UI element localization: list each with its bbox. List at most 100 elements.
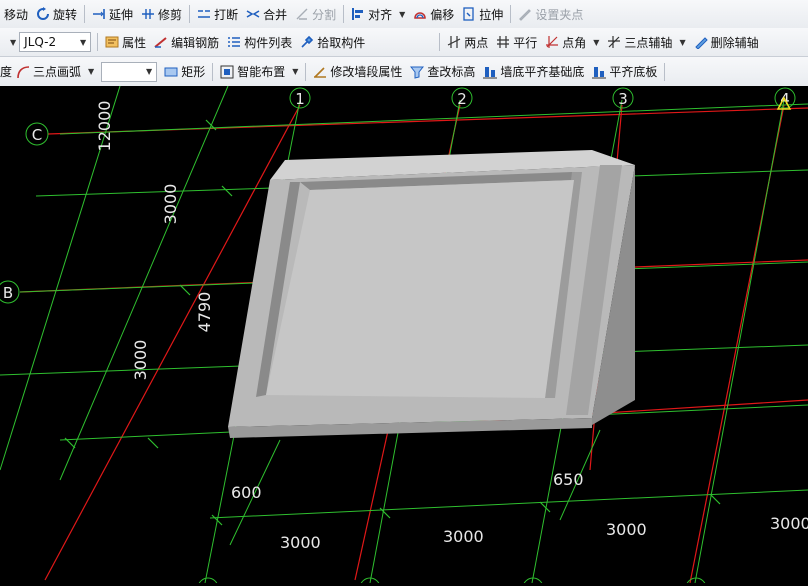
axis-marker-1[interactable]: 1 bbox=[289, 87, 311, 109]
chevron-down-icon: ▼ bbox=[679, 37, 686, 47]
chevron-down-icon: ▼ bbox=[399, 9, 406, 19]
check-elevation-button[interactable]: 查改标高 bbox=[406, 61, 479, 83]
modify-wall-segment-button[interactable]: 修改墙段属性 bbox=[309, 61, 406, 83]
two-point-button[interactable]: 两点 bbox=[443, 31, 492, 53]
svg-text:C: C bbox=[32, 126, 42, 144]
foundation-slab-model[interactable] bbox=[228, 150, 635, 438]
slab-bottom-icon bbox=[592, 66, 607, 78]
chevron-down-icon: ▼ bbox=[80, 37, 87, 47]
separator bbox=[84, 5, 86, 23]
chevron-down-icon: ▼ bbox=[292, 67, 299, 76]
separator bbox=[212, 62, 214, 81]
split-button[interactable]: 分割 bbox=[291, 3, 340, 25]
move-button[interactable]: 移动 bbox=[0, 3, 32, 25]
align-wall-bottom-button[interactable]: 墙底平齐基础底 bbox=[479, 61, 588, 83]
list-icon bbox=[228, 37, 241, 47]
dim-4790: 4790 bbox=[195, 292, 214, 333]
arc-icon bbox=[17, 65, 30, 78]
dim-650: 650 bbox=[553, 470, 584, 489]
break-icon bbox=[198, 10, 211, 18]
chevron-down-icon: ▼ bbox=[88, 67, 95, 76]
separator bbox=[664, 62, 666, 81]
parallel-icon bbox=[497, 36, 510, 48]
delete-aux-button[interactable]: 删除辅轴 bbox=[690, 31, 763, 53]
slab-inner-floor bbox=[266, 180, 574, 398]
pick-component-button[interactable]: 拾取构件 bbox=[296, 31, 369, 53]
extend-icon bbox=[93, 9, 105, 19]
svg-text:1: 1 bbox=[295, 90, 305, 108]
rectangle-icon bbox=[164, 67, 178, 76]
wall-bottom-icon bbox=[483, 66, 498, 78]
break-button[interactable]: 打断 bbox=[193, 3, 242, 25]
properties-button[interactable]: 属性 bbox=[101, 31, 150, 53]
parallel-button[interactable]: 平行 bbox=[492, 31, 541, 53]
merge-icon bbox=[246, 10, 260, 18]
three-point-aux-button[interactable]: 三点辅轴 ▼ bbox=[603, 31, 689, 53]
align-icon bbox=[352, 8, 364, 20]
edit-rebar-icon bbox=[154, 37, 167, 48]
pencil-icon bbox=[519, 9, 532, 21]
properties-icon bbox=[105, 36, 119, 48]
dim-3000-bottom-2: 3000 bbox=[443, 527, 484, 546]
offset-button[interactable]: 偏移 bbox=[409, 3, 458, 25]
edit-rebar-button[interactable]: 编辑钢筋 bbox=[150, 31, 223, 53]
set-grip-button[interactable]: 设置夹点 bbox=[514, 3, 587, 25]
three-point-axis-icon bbox=[608, 36, 621, 48]
grid-line bbox=[59, 85, 229, 481]
separator bbox=[510, 5, 512, 23]
toolbar-component: ▼ JLQ-2 ▼ 属性 编辑钢筋 构件列表 拾取构件 两点 平行 点角 ▼ 三点辅… bbox=[0, 28, 808, 57]
axis-marker-c[interactable]: C bbox=[25, 122, 49, 146]
eraser-icon bbox=[694, 37, 708, 49]
stretch-button[interactable]: 拉伸 bbox=[458, 3, 507, 25]
separator bbox=[343, 5, 345, 23]
component-select[interactable]: JLQ-2 ▼ bbox=[19, 32, 92, 52]
trim-button[interactable]: 修剪 bbox=[137, 3, 186, 25]
grid-line bbox=[59, 103, 808, 135]
trim-icon bbox=[142, 9, 155, 19]
smart-layout-button[interactable]: 智能布置 ▼ bbox=[216, 61, 302, 83]
point-angle-icon bbox=[546, 36, 559, 48]
elevation-icon bbox=[410, 66, 425, 79]
stretch-icon bbox=[463, 7, 474, 21]
chevron-down-icon: ▼ bbox=[146, 67, 153, 76]
svg-text:B: B bbox=[3, 284, 13, 302]
component-list-button[interactable]: 构件列表 bbox=[223, 31, 296, 53]
extend-button[interactable]: 延伸 bbox=[88, 3, 137, 25]
svg-text:3: 3 bbox=[618, 90, 628, 108]
split-icon bbox=[296, 8, 308, 20]
arc-parameter-input[interactable]: ▼ bbox=[101, 61, 158, 82]
dim-600: 600 bbox=[231, 483, 262, 502]
wall-edit-icon bbox=[314, 66, 327, 78]
separator bbox=[305, 62, 307, 81]
offset-icon bbox=[414, 12, 427, 19]
merge-button[interactable]: 合并 bbox=[242, 3, 291, 25]
rotate-icon bbox=[37, 7, 50, 20]
separator bbox=[439, 33, 441, 51]
angle-label: 度 bbox=[0, 65, 13, 79]
dim-3000-bottom-1: 3000 bbox=[280, 533, 321, 552]
eyedropper-icon bbox=[301, 35, 314, 48]
toolbar-draw: 度 三点画弧 ▼ ▼ 矩形 智能布置 ▼ 修改墙段属性 查改标高 墙底平齐基础底 平… bbox=[0, 57, 808, 87]
align-slab-bottom-button[interactable]: 平齐底板 bbox=[588, 61, 661, 83]
model-view[interactable]: 1 2 3 4 C B 12000 3000 4790 3000 600 650… bbox=[0, 85, 808, 586]
two-point-axis-icon bbox=[447, 36, 461, 48]
axis-marker-3[interactable]: 3 bbox=[612, 87, 634, 109]
dim-12000: 12000 bbox=[95, 101, 114, 152]
point-angle-button[interactable]: 点角 ▼ bbox=[541, 31, 603, 53]
smart-layout-icon bbox=[220, 65, 234, 78]
arc-mode-select[interactable]: 三点画弧 ▼ bbox=[12, 61, 98, 83]
dim-3000-top: 3000 bbox=[161, 184, 180, 225]
dim-3000-left: 3000 bbox=[131, 340, 150, 381]
chevron-down-icon: ▼ bbox=[10, 37, 17, 47]
rectangle-button[interactable]: 矩形 bbox=[160, 61, 209, 83]
dim-3000-bottom-4: 3000 bbox=[770, 514, 808, 533]
align-button[interactable]: 对齐 ▼ bbox=[347, 3, 409, 25]
chevron-down-icon: ▼ bbox=[593, 37, 600, 47]
separator bbox=[189, 5, 191, 23]
separator bbox=[97, 33, 99, 51]
drawing-canvas[interactable]: 1 2 3 4 C B 12000 3000 4790 3000 600 650… bbox=[0, 85, 808, 586]
axis-marker-b[interactable]: B bbox=[0, 280, 20, 304]
axis-marker-4[interactable]: 4 bbox=[774, 87, 796, 110]
axis-marker-2[interactable]: 2 bbox=[451, 87, 473, 109]
rotate-button[interactable]: 旋转 bbox=[32, 3, 81, 25]
